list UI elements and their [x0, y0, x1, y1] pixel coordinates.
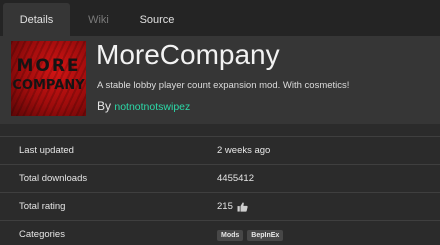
stat-value-rating: 215 — [217, 201, 248, 212]
author-link[interactable]: notnotnotswipez — [114, 101, 190, 113]
stat-label: Total downloads — [19, 173, 88, 184]
mod-icon-text-line1: MORE — [16, 56, 81, 76]
tab-details[interactable]: Details — [3, 3, 70, 36]
stat-label: Last updated — [19, 145, 74, 156]
stat-row-total-downloads: Total downloads 4455412 — [0, 164, 440, 192]
stat-value: 4455412 — [217, 173, 254, 184]
stat-row-categories: Categories Mods BepInEx — [0, 220, 440, 245]
mod-icon-image: MORE COMPANY — [11, 41, 86, 116]
category-tag-bepinex[interactable]: BepInEx — [247, 230, 284, 241]
stat-value: 2 weeks ago — [217, 145, 271, 156]
by-label: By — [97, 99, 112, 113]
category-tag-mods[interactable]: Mods — [217, 230, 244, 241]
mod-stats-table: Last updated 2 weeks ago Total downloads… — [0, 136, 440, 245]
stat-row-last-updated: Last updated 2 weeks ago — [0, 136, 440, 164]
stat-label: Categories — [19, 229, 65, 240]
category-tags: Mods BepInEx — [217, 230, 287, 241]
stat-label: Total rating — [19, 201, 66, 212]
mod-title: MoreCompany — [96, 39, 280, 70]
tab-source-label: Source — [139, 13, 175, 26]
tab-wiki[interactable]: Wiki — [70, 3, 127, 36]
tab-source[interactable]: Source — [127, 3, 187, 36]
tab-bar: Details Wiki Source — [0, 0, 440, 36]
mod-icon-text-line2: COMPANY — [12, 78, 85, 93]
stat-row-total-rating: Total rating 215 — [0, 192, 440, 220]
mod-byline: By notnotnotswipez — [97, 99, 190, 113]
tab-wiki-label: Wiki — [88, 13, 109, 26]
mod-description: A stable lobby player count expansion mo… — [97, 80, 350, 91]
rating-count: 215 — [217, 201, 233, 212]
tab-details-label: Details — [19, 13, 54, 26]
thumbs-up-icon[interactable] — [237, 202, 248, 212]
